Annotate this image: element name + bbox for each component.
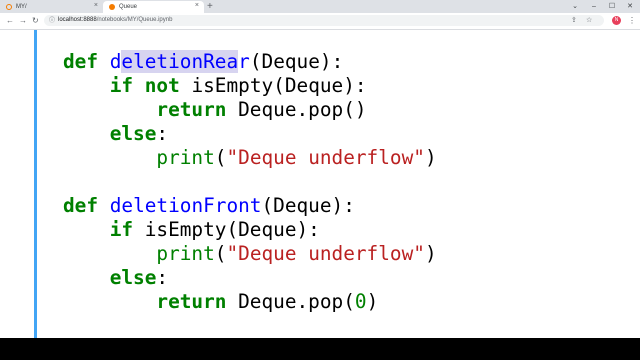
code-line: print("Deque underflow")	[156, 146, 437, 169]
url-text: localhost:8888/notebooks/MY/Queue.ipynb	[58, 15, 172, 26]
share-icon[interactable]: ⇪	[571, 15, 577, 26]
code-cell[interactable]: def deletionRear(Deque): if not isEmpty(…	[63, 50, 437, 362]
code-line: else:	[109, 122, 169, 145]
code-line: def deletionFront(Deque):	[63, 194, 355, 217]
video-letterbox-bar	[0, 338, 640, 360]
forward-button[interactable]: →	[19, 15, 27, 27]
cell-selection-bar	[34, 30, 37, 338]
info-icon[interactable]: ⓘ	[49, 16, 55, 26]
menu-icon[interactable]: ⋮	[628, 15, 636, 27]
code-line: else:	[109, 266, 169, 289]
code-line: if not isEmpty(Deque):	[109, 74, 367, 97]
minimize-button[interactable]: –	[585, 0, 603, 13]
close-tab-icon[interactable]: ×	[94, 2, 98, 9]
tab-title: MY/	[16, 4, 27, 10]
bookmark-star-icon[interactable]: ☆	[586, 15, 592, 26]
tab-queue[interactable]: Queue ×	[103, 1, 204, 13]
code-line: if isEmpty(Deque):	[109, 218, 320, 241]
code-line: print("Deque underflow")	[156, 242, 437, 265]
jupyter-icon	[6, 4, 12, 10]
tab-search-icon[interactable]: ⌄	[566, 0, 584, 13]
new-tab-button[interactable]: +	[207, 0, 213, 13]
url-host: localhost:8888	[58, 17, 97, 23]
address-bar[interactable]: ⓘ localhost:8888/notebooks/MY/Queue.ipyn…	[44, 15, 604, 26]
code-line: return Deque.pop()	[156, 98, 367, 121]
code-line: def deletionRear(Deque):	[63, 50, 344, 73]
jupyter-icon	[109, 4, 115, 10]
close-tab-icon[interactable]: ×	[195, 2, 199, 9]
url-path: /notebooks/MY/Queue.ipynb	[96, 17, 173, 23]
maximize-button[interactable]: ☐	[603, 0, 621, 13]
code-line: return Deque.pop(0)	[156, 290, 379, 313]
notebook-content: def deletionRear(Deque): if not isEmpty(…	[0, 30, 640, 361]
tab-my[interactable]: MY/ ×	[0, 1, 103, 13]
profile-avatar[interactable]: N	[612, 16, 621, 25]
back-button[interactable]: ←	[6, 15, 14, 27]
tab-title: Queue	[119, 4, 138, 10]
browser-toolbar: ← → ↻ ⓘ localhost:8888/notebooks/MY/Queu…	[0, 13, 640, 30]
close-window-button[interactable]: ✕	[621, 0, 639, 13]
reload-button[interactable]: ↻	[32, 15, 39, 27]
tab-strip: MY/ × Queue × + ⌄ – ☐ ✕	[0, 0, 640, 13]
